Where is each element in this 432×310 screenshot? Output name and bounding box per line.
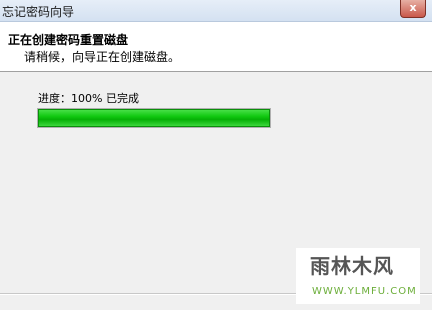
close-button[interactable]: x	[400, 0, 426, 18]
watermark-text: 雨林木风	[310, 254, 394, 278]
watermark-url: WWW.YLMFU.COM	[312, 286, 417, 297]
close-icon: x	[409, 1, 417, 14]
progress-bar	[37, 108, 271, 128]
watermark-logo: 雨林木风 WWW.YLMFU.COM	[296, 248, 420, 304]
page-title: 正在创建密码重置磁盘	[8, 33, 129, 47]
wizard-header: 正在创建密码重置磁盘 请稍候，向导正在创建磁盘。	[0, 22, 432, 72]
window-title: 忘记密码向导	[2, 5, 75, 19]
title-bar: 忘记密码向导 x	[0, 0, 432, 22]
progress-fill	[38, 109, 270, 127]
progress-label: 进度：100% 已完成	[38, 92, 139, 105]
page-subtitle: 请稍候，向导正在创建磁盘。	[24, 50, 181, 64]
